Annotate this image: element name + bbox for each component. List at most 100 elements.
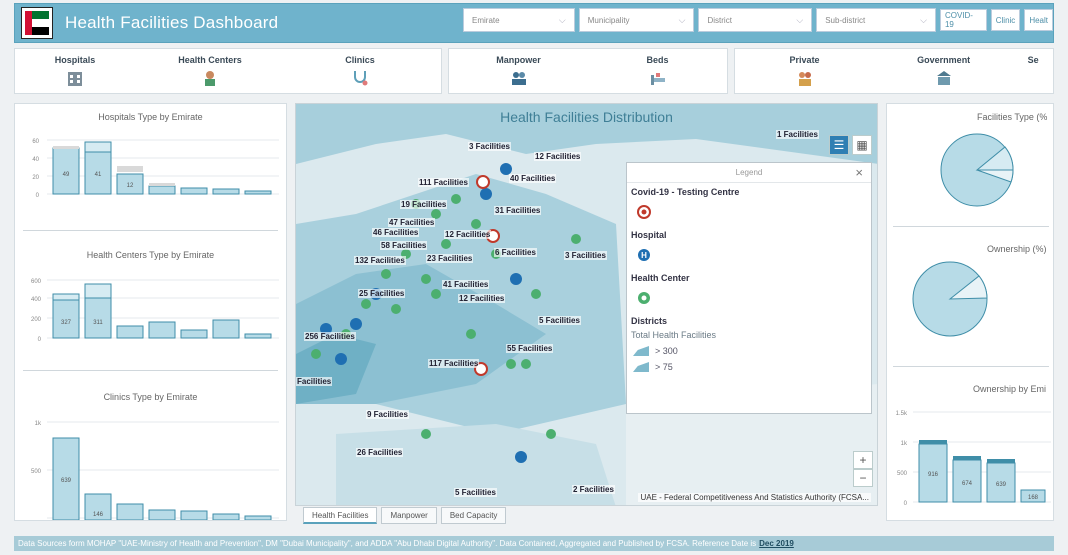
header-bar: Health Facilities Dashboard Emirate ⌵ Mun… (14, 3, 1054, 43)
category-beds[interactable]: Beds (588, 49, 727, 93)
facility-cluster-label: 3 Facilities (564, 251, 607, 260)
hospitals-type-chart: 60 40 20 0 49 41 12 (21, 134, 283, 200)
category-private[interactable]: Private (735, 49, 874, 93)
bar[interactable] (52, 147, 80, 195)
people-group-icon (511, 72, 526, 85)
facility-cluster-label: 5 Facilities (538, 316, 581, 325)
facility-cluster-label: 26 Facilities (356, 448, 404, 457)
emirate-dropdown[interactable]: Emirate ⌵ (463, 8, 575, 32)
category-manpower-label: Manpower (496, 55, 541, 65)
ownership-title: Ownership (%) (987, 244, 1047, 254)
bar-label: 41 (95, 172, 102, 178)
bar-segment (953, 456, 981, 460)
clinics-type-chart: 1k 500 639 146 (21, 416, 283, 521)
divider (893, 366, 1049, 367)
emirate-dropdown-label: Emirate (472, 15, 500, 25)
bar[interactable] (148, 185, 176, 195)
y-tick: 60 (32, 139, 39, 145)
facility-cluster-label: 1 Facilities (776, 130, 819, 139)
category-clinics-label: Clinics (345, 55, 375, 65)
bar-label: 674 (962, 481, 973, 487)
category-hospitals[interactable]: Hospitals (15, 49, 135, 93)
subdistrict-dropdown[interactable]: Sub-district ⌵ (816, 8, 936, 32)
category-government[interactable]: Government (874, 49, 1013, 93)
facility-cluster-label: 25 Facilities (358, 289, 406, 298)
facility-cluster-label: 47 Facilities (388, 218, 436, 227)
zoom-in-button[interactable]: + (853, 451, 873, 469)
y-tick: 1k (901, 441, 908, 447)
bar-segment (52, 293, 80, 301)
category-government-label: Government (917, 55, 971, 65)
covid19-button[interactable]: COVID-19 (939, 9, 987, 31)
bar[interactable] (244, 190, 272, 195)
ownership-pie[interactable] (909, 258, 991, 340)
bar[interactable] (180, 329, 208, 339)
facility-cluster-label: 46 Facilities (372, 228, 420, 237)
plus-icon: + (859, 453, 867, 467)
facilities-map[interactable]: Health Facilities Distribution 1 Facilit… (295, 103, 878, 506)
chevron-down-icon: ⌵ (796, 14, 804, 25)
bar[interactable] (116, 503, 144, 521)
ownership-by-emirate-title: Ownership by Emi (973, 384, 1047, 394)
legend-toggle-button[interactable]: ☰ (829, 135, 849, 155)
facility-cluster-label: 2 Facilities (572, 485, 615, 494)
bar-segment (84, 141, 112, 153)
doctor-icon (205, 71, 215, 86)
health-button[interactable]: Healt (1024, 9, 1053, 31)
bar[interactable] (148, 509, 176, 521)
bar-label: 49 (63, 172, 70, 178)
range-swatch (633, 362, 649, 372)
y-tick: 1k (35, 421, 42, 427)
tab-manpower[interactable]: Manpower (381, 507, 437, 524)
legend-center-label: Health Center (631, 273, 690, 283)
y-tick: 20 (32, 175, 39, 181)
bar-segment (149, 183, 175, 186)
municipality-dropdown[interactable]: Municipality ⌵ (578, 8, 695, 32)
district-dropdown-label: District (707, 15, 732, 25)
bar-segment (117, 166, 143, 172)
basemap-gallery-button[interactable]: ▦ (852, 135, 872, 155)
tab-bed-capacity[interactable]: Bed Capacity (440, 507, 507, 524)
bar[interactable] (212, 319, 240, 339)
category-health-centers[interactable]: Health Centers (135, 49, 285, 93)
bar[interactable] (212, 513, 240, 521)
chevron-down-icon: ⌵ (920, 14, 927, 25)
bar[interactable] (212, 188, 240, 195)
category-beds-label: Beds (646, 55, 669, 65)
facility-cluster-label: 58 Facilities (380, 241, 428, 250)
reference-date-link[interactable]: Dec 2019 (759, 539, 794, 548)
ownership-by-emirate-chart: 1.5k 1k 500 0 916 674 639 168 (896, 411, 1051, 506)
district-dropdown[interactable]: District ⌵ (698, 8, 813, 32)
facilities-type-pie[interactable] (937, 130, 1017, 210)
category-manpower[interactable]: Manpower (449, 49, 588, 93)
bar-label: 146 (93, 512, 104, 518)
y-tick: 600 (31, 279, 42, 285)
bar[interactable] (84, 297, 112, 339)
bar[interactable] (180, 187, 208, 195)
category-se[interactable]: Se (1013, 49, 1053, 93)
hospital-bed-icon (650, 73, 665, 85)
bar[interactable] (148, 321, 176, 339)
facility-cluster-label: 256 Facilities (304, 332, 356, 341)
clinics-chart-title: Clinics Type by Emirate (103, 392, 198, 402)
right-charts-panel: Facilities Type (% Ownership (%) Ownersh… (886, 103, 1054, 521)
facilities-type-title: Facilities Type (% (977, 112, 1048, 122)
bar-label: 327 (61, 320, 72, 326)
category-clinics[interactable]: Clinics (285, 49, 435, 93)
zoom-out-button[interactable]: − (853, 469, 873, 487)
bar[interactable] (244, 515, 272, 521)
municipality-dropdown-label: Municipality (587, 15, 630, 25)
close-icon[interactable]: × (855, 165, 863, 180)
y-tick: 500 (897, 471, 908, 477)
legend-range-label: > 300 (655, 346, 678, 356)
clinic-button[interactable]: Clinic (990, 9, 1021, 31)
bar[interactable] (52, 299, 80, 339)
tab-health-facilities[interactable]: Health Facilities (303, 507, 378, 524)
bar[interactable] (244, 333, 272, 339)
facility-cluster-label: 19 Facilities (400, 200, 448, 209)
bar[interactable] (180, 510, 208, 521)
map-title: Health Facilities Distribution (500, 109, 673, 125)
y-tick: 0 (904, 501, 908, 506)
stethoscope-icon (354, 71, 368, 86)
bar[interactable] (116, 325, 144, 339)
